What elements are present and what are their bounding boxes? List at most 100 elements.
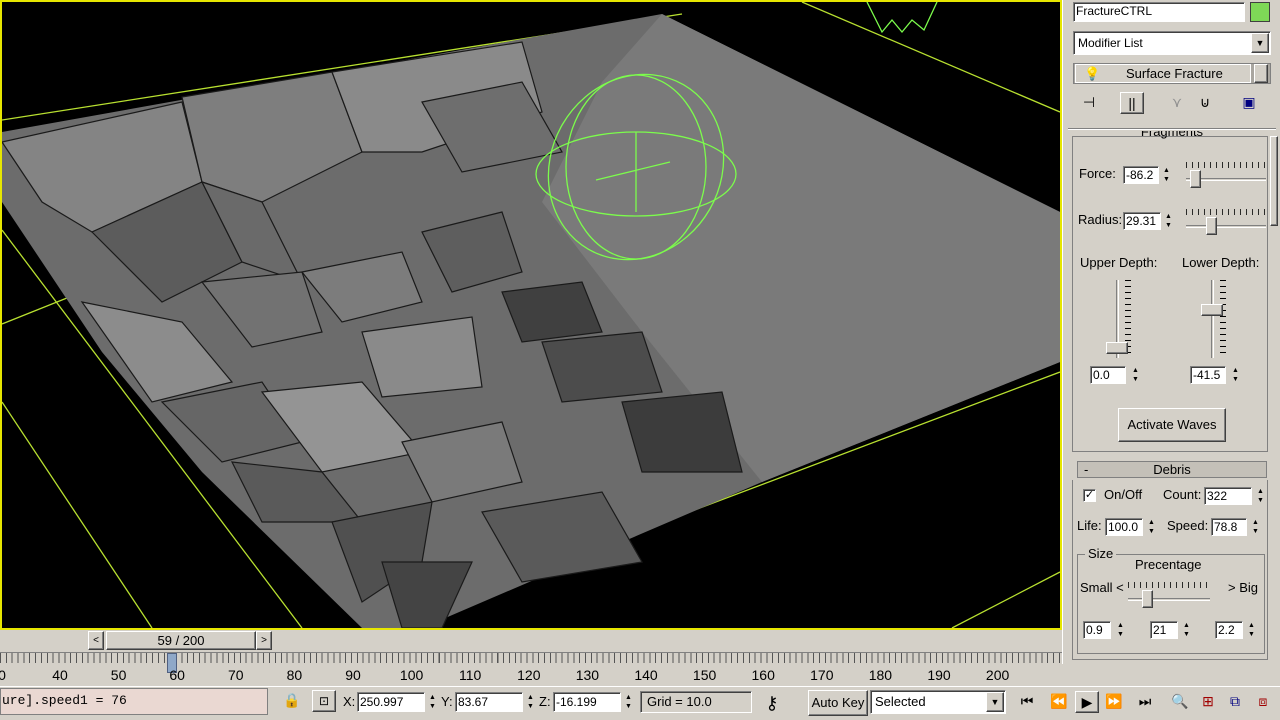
auto-key-button[interactable]: Auto Key [808, 690, 868, 716]
prev-frame-arrow[interactable]: < [88, 631, 104, 650]
lower-depth-thumb[interactable] [1201, 304, 1223, 316]
life-label: Life: [1077, 518, 1102, 533]
show-end-result-icon[interactable]: || [1120, 92, 1144, 114]
ruler-label: 70 [228, 667, 244, 683]
upper-depth-field[interactable]: 0.0 [1090, 366, 1126, 384]
count-spinner[interactable]: ▲ ▼ [1256, 487, 1265, 505]
object-color-swatch[interactable] [1250, 2, 1270, 22]
next-frame-icon[interactable]: ⏩ [1102, 691, 1126, 713]
absolute-mode-icon[interactable]: ⊡ [312, 690, 336, 712]
y-label: Y: [441, 694, 453, 709]
speed-label: Speed: [1167, 518, 1209, 533]
chevron-down-icon[interactable]: ▼ [1251, 33, 1269, 53]
debris-rollout-title: Debris [1153, 462, 1191, 477]
next-frame-arrow[interactable]: > [256, 631, 272, 650]
size-slider-thumb[interactable] [1142, 590, 1153, 608]
life-field[interactable]: 100.0 [1105, 518, 1143, 536]
mid-size-spinner[interactable]: ▲ ▼ [1182, 621, 1191, 639]
configure-sets-icon[interactable]: ▣ [1237, 92, 1261, 114]
size-precentage-slider[interactable] [1128, 580, 1210, 608]
force-slider-thumb[interactable] [1190, 170, 1201, 188]
z-spinner[interactable]: ▲ ▼ [624, 693, 633, 711]
radius-spinner[interactable]: ▲ ▼ [1164, 212, 1173, 230]
lock-icon[interactable]: 🔒 [280, 690, 304, 712]
ruler-label: 80 [286, 667, 303, 683]
life-spinner[interactable]: ▲ ▼ [1147, 518, 1156, 536]
upper-depth-slider[interactable] [1103, 280, 1133, 358]
pin-stack-icon[interactable]: ⊣ [1077, 92, 1101, 114]
ruler-label: 40 [52, 667, 68, 683]
size-group-label: Size [1085, 546, 1117, 561]
small-size-spinner[interactable]: ▲ ▼ [1116, 621, 1125, 639]
modifier-list-dropdown[interactable]: Modifier List ▼ [1073, 31, 1271, 55]
ruler-label: 160 [751, 667, 775, 683]
big-size-spinner[interactable]: ▲ ▼ [1247, 621, 1256, 639]
upper-depth-thumb[interactable] [1106, 342, 1128, 354]
zoom-all-icon[interactable]: ⊞ [1196, 691, 1220, 713]
previous-frame-icon[interactable]: ⏪ [1047, 691, 1071, 713]
selection-set-dropdown[interactable]: Selected ▼ [870, 690, 1006, 714]
perspective-viewport[interactable] [0, 0, 1062, 630]
stack-toolbar: ⊣ || ⋎ ⊍ ▣ [1073, 90, 1271, 116]
lower-depth-slider[interactable] [1198, 280, 1228, 358]
y-spinner[interactable]: ▲ ▼ [526, 693, 535, 711]
big-size-field[interactable]: 2.2 [1215, 621, 1243, 639]
chevron-down-icon[interactable]: ▼ [986, 692, 1004, 712]
ruler-label: 200 [985, 667, 1010, 683]
zoom-extents-icon[interactable]: ⧉ [1223, 691, 1247, 713]
x-spinner[interactable]: ▲ ▼ [428, 693, 437, 711]
lower-depth-spinner[interactable]: ▲ ▼ [1231, 366, 1240, 384]
small-size-field[interactable]: 0.9 [1083, 621, 1111, 639]
z-label: Z: [539, 694, 551, 709]
ruler-label: 60 [169, 667, 185, 683]
speed-field[interactable]: 78.8 [1211, 518, 1247, 536]
fractured-surface-render [2, 2, 1060, 628]
z-coordinate-field[interactable]: -16.199 [553, 692, 621, 712]
go-to-start-icon[interactable]: ⏮ [1015, 691, 1039, 713]
divider [1068, 128, 1276, 130]
x-coordinate-field[interactable]: 250.997 [357, 692, 425, 712]
debris-rollout-header[interactable]: - Debris [1077, 461, 1267, 478]
radius-slider[interactable] [1186, 207, 1266, 235]
upper-depth-spinner[interactable]: ▲ ▼ [1131, 366, 1140, 384]
force-spinner[interactable]: ▲ ▼ [1162, 166, 1171, 184]
make-unique-icon[interactable]: ⋎ [1165, 92, 1189, 114]
panel-scrollbar[interactable] [1270, 136, 1278, 226]
count-field[interactable]: 322 [1204, 487, 1252, 505]
time-slider-thumb[interactable]: 59 / 200 [106, 631, 256, 650]
grid-size-display: Grid = 10.0 [640, 691, 752, 713]
y-coordinate-field[interactable]: 83.67 [455, 692, 523, 712]
remove-modifier-icon[interactable]: ⊍ [1193, 92, 1217, 114]
zoom-icon[interactable]: 🔍 [1168, 691, 1192, 713]
ruler-label: 50 [110, 667, 127, 683]
ruler-ticks [0, 653, 1062, 663]
radius-field[interactable]: 29.31 [1123, 212, 1161, 230]
onoff-checkbox[interactable]: ✓ [1083, 489, 1096, 502]
radius-slider-thumb[interactable] [1206, 217, 1217, 235]
ruler-label: 90 [345, 667, 361, 683]
ruler-label: 100 [399, 667, 424, 683]
count-label: Count: [1163, 487, 1202, 502]
x-label: X: [343, 694, 356, 709]
fragments-rollout-title[interactable]: Fragments [1077, 131, 1267, 145]
track-bar[interactable]: 0 40 50 60 70 80 90 100 110 120 130 140 150 160 170 180… [0, 652, 1062, 686]
go-to-end-icon[interactable]: ⏭ [1133, 691, 1157, 713]
mid-size-field[interactable]: 21 [1150, 621, 1178, 639]
modifier-stack-item[interactable]: 💡 Surface Fracture [1075, 64, 1251, 83]
maxscript-listener[interactable]: ure].speed1 = 76 [0, 688, 268, 715]
stack-scrollbar[interactable] [1254, 64, 1268, 83]
object-name-field[interactable]: FractureCTRL [1073, 2, 1245, 22]
ruler-label: 110 [459, 667, 482, 683]
lightbulb-icon[interactable]: 💡 [1084, 65, 1100, 82]
force-slider[interactable] [1186, 160, 1266, 188]
key-icon[interactable]: ⚷ [760, 693, 784, 715]
zoom-extents-all-icon[interactable]: ⧈ [1251, 691, 1275, 713]
play-icon[interactable]: ▶ [1075, 691, 1099, 713]
helper-gizmo [866, 2, 938, 34]
speed-spinner[interactable]: ▲ ▼ [1251, 518, 1260, 536]
lower-depth-label: Lower Depth: [1182, 255, 1260, 270]
force-field[interactable]: -86.2 [1123, 166, 1159, 184]
ruler-label: 140 [634, 667, 658, 683]
lower-depth-field[interactable]: -41.5 [1190, 366, 1226, 384]
activate-waves-button[interactable]: Activate Waves [1118, 408, 1226, 442]
